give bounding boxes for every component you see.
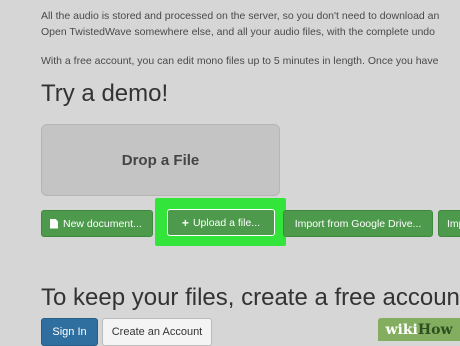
wikihow-watermark: wiki How <box>378 318 460 341</box>
watermark-part-2: How <box>417 321 453 338</box>
intro-line-2: Open TwistedWave somewhere else, and all… <box>41 26 435 38</box>
upload-file-button[interactable]: + Upload a file... <box>167 209 275 236</box>
watermark-part-1: wiki <box>385 321 418 338</box>
drop-file-label: Drop a File <box>121 151 200 169</box>
new-document-button[interactable]: New document... <box>41 210 153 237</box>
create-account-button[interactable]: Create an Account <box>102 318 212 346</box>
new-document-label: New document... <box>63 217 142 230</box>
import-more-button[interactable]: Imp <box>438 210 460 237</box>
import-google-drive-label: Import from Google Drive... <box>294 217 422 230</box>
plus-icon: + <box>181 215 189 230</box>
sign-in-label: Sign In <box>52 326 87 338</box>
account-heading: To keep your files, create a free accoun… <box>41 284 460 311</box>
intro-line-3: With a free account, you can edit mono f… <box>41 55 439 67</box>
drop-file-zone[interactable]: Drop a File <box>41 124 280 196</box>
sign-in-button[interactable]: Sign In <box>41 318 98 346</box>
create-account-label: Create an Account <box>111 326 203 338</box>
intro-text: All the audio is stored and processed on… <box>41 8 460 69</box>
import-google-drive-button[interactable]: Import from Google Drive... <box>283 210 433 237</box>
demo-heading: Try a demo! <box>41 80 169 107</box>
intro-line-1: All the audio is stored and processed on… <box>41 10 440 22</box>
document-icon <box>50 218 58 229</box>
upload-file-label: Upload a file... <box>192 216 261 229</box>
import-more-label: Imp <box>447 217 460 230</box>
